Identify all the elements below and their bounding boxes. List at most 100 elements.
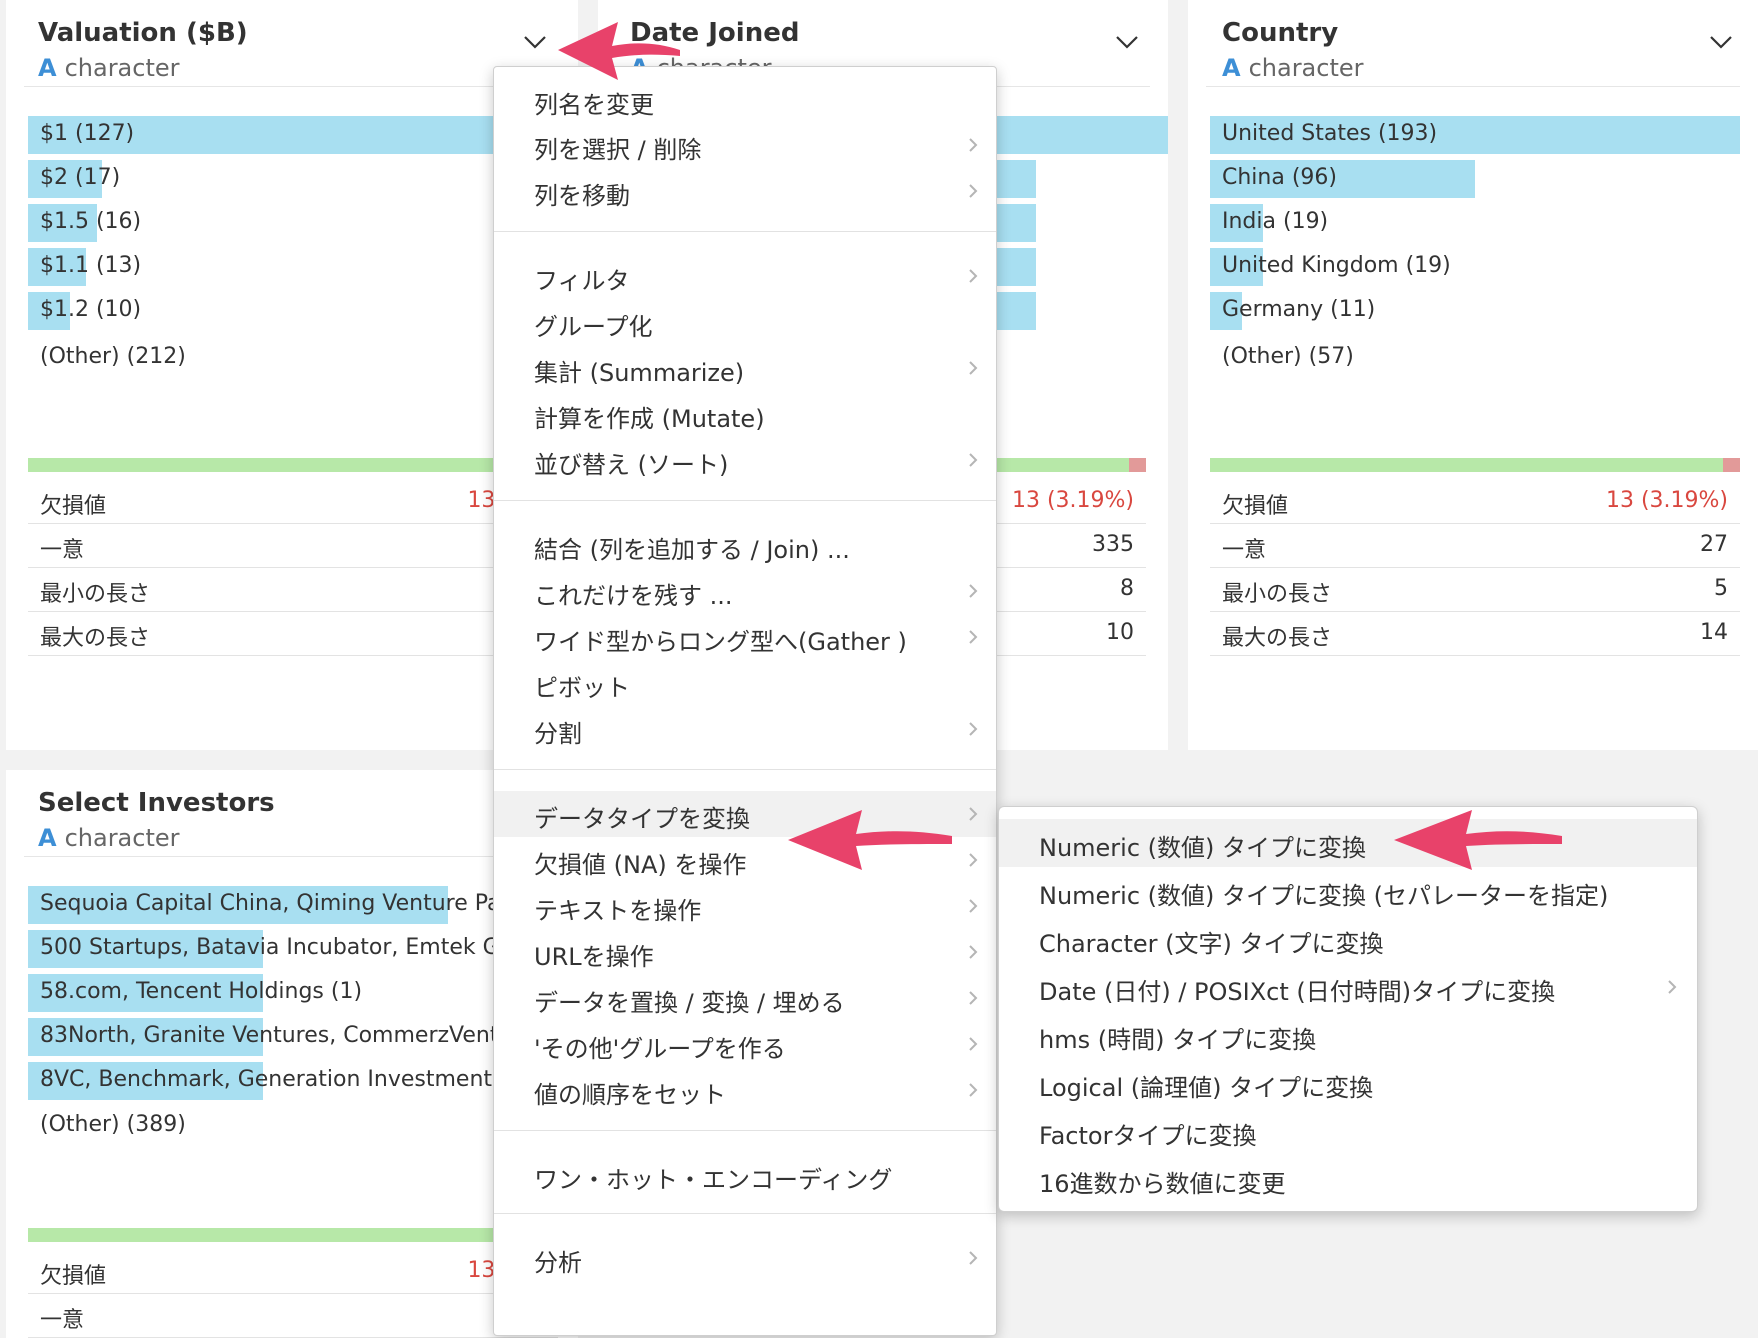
chevron-right-icon: [1668, 980, 1677, 994]
menu-item[interactable]: 値の順序をセット: [494, 1067, 996, 1113]
menu-item-label: 列を移動: [534, 182, 630, 210]
bar-row[interactable]: 500 Startups, Batavia Incubator, Emtek G…: [28, 930, 509, 968]
menu-item[interactable]: ピボット: [494, 660, 996, 706]
bar-label: Sequoia Capital China, Qiming Venture Pa: [40, 891, 501, 916]
menu-item[interactable]: URLを操作: [494, 929, 996, 975]
stat-value: 335: [1092, 532, 1134, 557]
submenu-item-label: 16進数から数値に変更: [1039, 1170, 1286, 1198]
chevron-right-icon: [969, 269, 978, 283]
header-divider: [24, 86, 560, 87]
stat-row: 最大の長さ 14: [1210, 612, 1740, 656]
bar-row[interactable]: 8VC, Benchmark, Generation Investment M: [28, 1062, 518, 1100]
character-type-icon: A: [38, 54, 57, 82]
stat-row: 一意: [28, 524, 558, 568]
pointer-arrow-icon: [558, 22, 680, 80]
header-divider: [1206, 86, 1740, 87]
stat-value: 13 (3.19%): [1011, 488, 1134, 513]
menu-item[interactable]: ワン・ホット・エンコーディング: [494, 1152, 996, 1198]
menu-item[interactable]: 集計 (Summarize): [494, 345, 996, 391]
stat-label: 最大の長さ: [40, 626, 151, 651]
menu-item-label: URLを操作: [534, 943, 654, 971]
bar-label: 500 Startups, Batavia Incubator, Emtek G…: [40, 935, 509, 960]
chevron-down-icon[interactable]: [1114, 34, 1140, 50]
stat-value: 5: [1714, 576, 1728, 601]
chevron-right-icon: [969, 138, 978, 152]
menu-item[interactable]: 分割: [494, 706, 996, 752]
menu-item-label: 分析: [534, 1249, 582, 1277]
submenu-item-label: Numeric (数値) タイプに変換: [1039, 834, 1367, 862]
other-label: (Other) (57): [1222, 344, 1354, 369]
bar-row[interactable]: Germany (11): [1210, 292, 1740, 330]
missing-progress-bar: [1210, 458, 1723, 472]
submenu-item[interactable]: Date (日付) / POSIXct (日付時間)タイプに変換: [999, 963, 1697, 1011]
menu-item[interactable]: テキストを操作: [494, 883, 996, 929]
bar-row[interactable]: $1.1 (13): [28, 248, 558, 286]
bar-row[interactable]: United States (193): [1210, 116, 1740, 154]
submenu-item[interactable]: hms (時間) タイプに変換: [999, 1011, 1697, 1059]
chevron-right-icon: [969, 853, 978, 867]
column-type: Acharacter: [1222, 54, 1364, 82]
menu-item[interactable]: 列を移動: [494, 168, 996, 214]
bar-label: China (96): [1222, 165, 1337, 190]
bar-row[interactable]: $1.2 (10): [28, 292, 558, 330]
submenu-item[interactable]: 16進数から数値に変更: [999, 1155, 1697, 1203]
menu-item[interactable]: グループ化: [494, 299, 996, 345]
missing-progress-bar: [28, 1228, 541, 1242]
bar-row[interactable]: 83North, Granite Ventures, CommerzVentu: [28, 1018, 512, 1056]
bar-row[interactable]: United Kingdom (19): [1210, 248, 1740, 286]
character-type-icon: A: [38, 824, 57, 852]
menu-item-label: ワイド型からロング型へ(Gather ): [534, 628, 907, 656]
bar-row[interactable]: China (96): [1210, 160, 1740, 198]
menu-item[interactable]: フィルタ: [494, 253, 996, 299]
bar-row[interactable]: $1 (127): [28, 116, 558, 154]
stat-value: 8: [1120, 576, 1134, 601]
submenu-item[interactable]: Numeric (数値) タイプに変換 (セパレーターを指定): [999, 867, 1697, 915]
menu-item[interactable]: 'その他'グループを作る: [494, 1021, 996, 1067]
bar-label: 83North, Granite Ventures, CommerzVentu: [40, 1023, 513, 1048]
menu-item-label: 'その他'グループを作る: [534, 1035, 786, 1063]
bar-label: India (19): [1222, 209, 1329, 234]
bar-row[interactable]: $2 (17): [28, 160, 558, 198]
chevron-right-icon: [969, 899, 978, 913]
submenu-item[interactable]: Character (文字) タイプに変換: [999, 915, 1697, 963]
submenu-item[interactable]: Factorタイプに変換: [999, 1107, 1697, 1155]
chevron-right-icon: [969, 453, 978, 467]
menu-separator: [494, 769, 996, 770]
stat-row: 一意: [28, 1294, 558, 1338]
header-divider: [24, 856, 560, 857]
menu-item[interactable]: 結合 (列を追加する / Join) ...: [494, 522, 996, 568]
bar-label: $2 (17): [40, 165, 121, 190]
menu-item-label: データタイプを変換: [534, 805, 750, 833]
bar-label: Germany (11): [1222, 297, 1376, 322]
bar-row[interactable]: $1.5 (16): [28, 204, 558, 242]
bar-row[interactable]: 58.com, Tencent Holdings (1): [28, 974, 448, 1012]
menu-item-label: ワン・ホット・エンコーディング: [534, 1166, 893, 1194]
menu-item[interactable]: 列を選択 / 削除: [494, 122, 996, 168]
other-label: (Other) (389): [40, 1112, 186, 1137]
chevron-down-icon[interactable]: [522, 34, 548, 50]
menu-item-label: 値の順序をセット: [534, 1081, 726, 1109]
menu-item[interactable]: 並び替え (ソート): [494, 437, 996, 483]
submenu-item[interactable]: Numeric (数値) タイプに変換: [999, 819, 1697, 867]
convert-type-submenu: Numeric (数値) タイプに変換 Numeric (数値) タイプに変換 (…: [998, 806, 1698, 1212]
menu-item-label: 集計 (Summarize): [534, 359, 745, 387]
menu-item[interactable]: 計算を作成 (Mutate): [494, 391, 996, 437]
bar-row[interactable]: Sequoia Capital China, Qiming Venture Pa: [28, 886, 501, 924]
submenu-item[interactable]: Logical (論理値) タイプに変換: [999, 1059, 1697, 1107]
column-title: Country: [1222, 18, 1339, 48]
stat-value: 27: [1700, 532, 1728, 557]
stat-value: 14: [1700, 620, 1728, 645]
submenu-item-label: Character (文字) タイプに変換: [1039, 930, 1384, 958]
menu-item-label: 列を選択 / 削除: [534, 136, 702, 164]
menu-item[interactable]: これだけを残す ...: [494, 568, 996, 614]
stat-label: 欠損値: [40, 494, 107, 519]
bar-label: 58.com, Tencent Holdings (1): [40, 979, 363, 1004]
menu-item-label: 計算を作成 (Mutate): [534, 405, 765, 433]
chevron-right-icon: [969, 584, 978, 598]
menu-item[interactable]: データを置換 / 変換 / 埋める: [494, 975, 996, 1021]
menu-item[interactable]: 分析: [494, 1235, 996, 1281]
bar-row[interactable]: India (19): [1210, 204, 1740, 242]
menu-item[interactable]: ワイド型からロング型へ(Gather ): [494, 614, 996, 660]
chevron-down-icon[interactable]: [1708, 34, 1734, 50]
bar-label: United Kingdom (19): [1222, 253, 1451, 278]
